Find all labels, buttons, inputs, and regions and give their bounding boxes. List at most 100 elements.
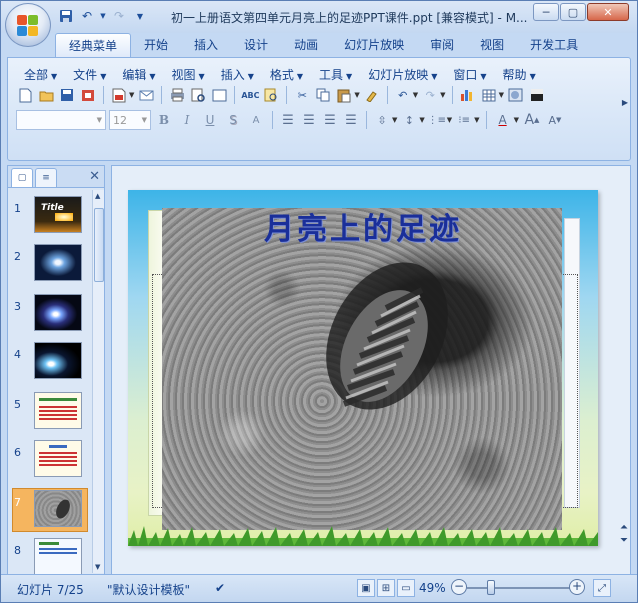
save-icon[interactable] [57, 7, 75, 25]
minimize-button[interactable]: ─ [533, 3, 559, 21]
tab-slideshow[interactable]: 幻灯片放映 [331, 33, 417, 57]
redo-icon[interactable]: ↷ [421, 86, 439, 104]
customize-qat-icon[interactable]: ▼ [131, 7, 149, 25]
scrollbar-thumb[interactable] [94, 208, 104, 282]
slide-thumbnail-3[interactable] [34, 294, 82, 331]
chevron-down-icon[interactable]: ▼ [514, 116, 519, 124]
undo-icon[interactable]: ↶ [78, 7, 96, 25]
chevron-down-icon[interactable]: ▼ [413, 91, 418, 99]
format-painter-icon[interactable] [363, 86, 381, 104]
menu-tools[interactable]: 工具 ▼ [311, 66, 360, 83]
slide-thumbnail-5[interactable] [34, 392, 82, 429]
slideshow-view-button[interactable]: ▭ [397, 579, 415, 597]
menu-insert[interactable]: 插入 ▼ [213, 66, 262, 83]
undo-icon[interactable]: ↶ [394, 86, 412, 104]
insert-picture-icon[interactable] [507, 86, 525, 104]
spelling-check-icon[interactable]: ✔ [215, 581, 225, 595]
close-icon[interactable]: ✕ [89, 169, 100, 184]
slide-sorter-view-button[interactable]: ⊞ [377, 579, 395, 597]
permission-icon[interactable] [79, 86, 97, 104]
align-center-icon[interactable]: ☰ [300, 111, 318, 129]
chevron-down-icon[interactable]: ▼ [99, 7, 107, 25]
zoom-out-icon[interactable]: − [451, 579, 467, 595]
tab-view[interactable]: 视图 [467, 33, 517, 57]
current-slide[interactable]: 月亮上的足迹 [128, 190, 598, 546]
chevron-down-icon[interactable]: ▼ [419, 116, 424, 124]
text-direction-icon[interactable]: ⇳ [373, 111, 391, 129]
open-folder-icon[interactable] [37, 86, 55, 104]
zoom-in-icon[interactable]: + [569, 579, 585, 595]
zoom-slider-thumb[interactable] [487, 580, 495, 595]
zoom-slider-track[interactable] [467, 587, 575, 589]
scroll-down-icon[interactable]: ▼ [95, 563, 100, 571]
previous-slide-icon[interactable]: ⏶ [620, 522, 628, 533]
menu-file[interactable]: 文件 ▼ [65, 66, 114, 83]
tab-home[interactable]: 开始 [131, 33, 181, 57]
italic-button[interactable]: I [177, 111, 197, 129]
slides-pane-scrollbar[interactable]: ▲ ▼ [92, 190, 104, 573]
font-color-button[interactable]: A [493, 111, 513, 129]
align-left-icon[interactable]: ☰ [279, 111, 297, 129]
slide-thumbnail-8[interactable] [34, 538, 82, 575]
print-preview-icon[interactable] [189, 86, 207, 104]
justify-icon[interactable]: ☰ [342, 111, 360, 129]
normal-view-button[interactable]: ▣ [357, 579, 375, 597]
slide-thumbnail-7[interactable] [34, 490, 82, 527]
new-file-icon[interactable] [16, 86, 34, 104]
text-shadow-button[interactable]: S [223, 111, 243, 129]
color-grayscale-icon[interactable] [528, 86, 546, 104]
office-button[interactable] [5, 3, 51, 47]
fit-to-window-icon[interactable]: ⤢ [593, 579, 611, 597]
chevron-down-icon[interactable]: ▼ [354, 91, 359, 99]
chevron-down-icon[interactable]: ▼ [129, 91, 134, 99]
tab-classic-menu[interactable]: 经典菜单 [55, 33, 132, 57]
chevron-down-icon[interactable]: ▼ [447, 116, 452, 124]
tab-review[interactable]: 审阅 [417, 33, 467, 57]
menu-edit[interactable]: 编辑 ▼ [114, 66, 163, 83]
outline-tab-icon[interactable]: ≡ [35, 168, 57, 187]
menu-all[interactable]: 全部 ▼ [16, 66, 65, 83]
next-slide-icon[interactable]: ⏷ [620, 535, 628, 546]
menu-slideshow[interactable]: 幻灯片放映 ▼ [360, 66, 445, 83]
tab-developer[interactable]: 开发工具 [517, 33, 591, 57]
slide-thumbnail-2[interactable] [34, 244, 82, 281]
chart-icon[interactable] [459, 86, 477, 104]
tab-animation[interactable]: 动画 [281, 33, 331, 57]
close-button[interactable]: ✕ [587, 3, 629, 21]
slides-tab-icon[interactable]: ▢ [11, 168, 33, 187]
bullets-icon[interactable]: ⁝≡ [455, 111, 473, 129]
font-size-combobox[interactable]: 12 ▼ [109, 110, 151, 130]
ribbon-more-icon[interactable]: ▶ [622, 98, 628, 107]
grow-font-button[interactable]: A ▲ [522, 111, 542, 129]
align-right-icon[interactable]: ☰ [321, 111, 339, 129]
research-icon[interactable] [262, 86, 280, 104]
slide-thumbnail-1[interactable]: Title [34, 196, 82, 233]
cut-icon[interactable]: ✂ [293, 86, 311, 104]
scroll-up-icon[interactable]: ▲ [95, 192, 100, 200]
menu-help[interactable]: 帮助 ▼ [495, 66, 544, 83]
paste-icon[interactable] [335, 86, 353, 104]
zoom-level[interactable]: 49% [419, 581, 446, 595]
slide-thumbnail-6[interactable] [34, 440, 82, 477]
copy-icon[interactable] [314, 86, 332, 104]
redo-icon[interactable]: ↷ [110, 7, 128, 25]
font-name-combobox[interactable]: ▼ [16, 110, 106, 130]
numbering-icon[interactable]: ⋮≡ [428, 111, 446, 129]
slide-thumbnail-4[interactable] [34, 342, 82, 379]
print-icon[interactable] [168, 86, 186, 104]
menu-view[interactable]: 视图 ▼ [164, 66, 213, 83]
menu-window[interactable]: 窗口 ▼ [445, 66, 494, 83]
email-icon[interactable] [137, 86, 155, 104]
moon-surface-image[interactable] [162, 208, 562, 530]
table-icon[interactable] [480, 86, 498, 104]
tab-insert[interactable]: 插入 [181, 33, 231, 57]
chevron-down-icon[interactable]: ▼ [499, 91, 504, 99]
save-icon[interactable] [58, 86, 76, 104]
shrink-font-button[interactable]: A ▼ [545, 111, 565, 129]
restore-button[interactable]: ▢ [560, 3, 586, 21]
slide-view-icon[interactable] [210, 86, 228, 104]
pdf-export-icon[interactable] [110, 86, 128, 104]
slide-title[interactable]: 月亮上的足迹 [128, 204, 598, 248]
spelling-icon[interactable]: ABC [241, 86, 259, 104]
menu-format[interactable]: 格式 ▼ [262, 66, 311, 83]
